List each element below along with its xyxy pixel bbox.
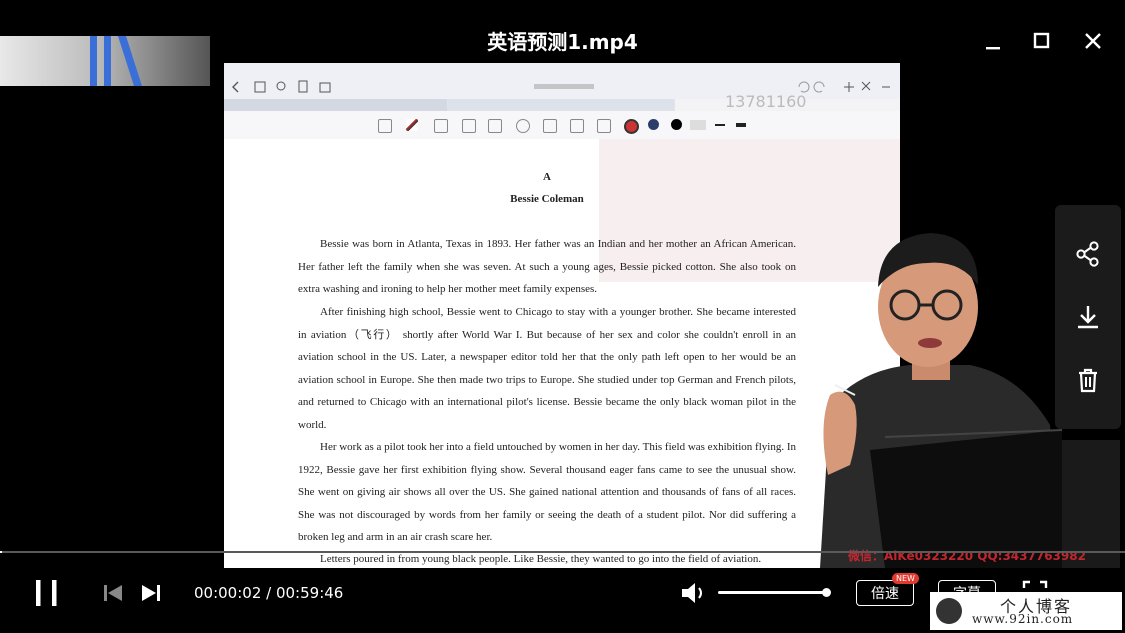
- document-heading: Bessie Coleman: [510, 193, 584, 205]
- paragraph: After finishing high school, Bessie went…: [298, 306, 796, 431]
- trash-icon: [1079, 368, 1097, 393]
- download-icon: [1078, 306, 1098, 329]
- new-badge: NEW: [892, 573, 919, 584]
- volume-knob[interactable]: [822, 588, 831, 597]
- minimize-icon: [986, 47, 1000, 50]
- paragraph: Her work as a pilot took her into a fiel…: [298, 441, 796, 543]
- share-button[interactable]: [1071, 237, 1105, 271]
- time-display: 00:00:02 / 00:59:46: [194, 584, 343, 602]
- blog-url: www.92in.com: [972, 612, 1074, 626]
- maximize-button[interactable]: [1029, 28, 1055, 54]
- progress-bar[interactable]: [0, 551, 1125, 553]
- contact-watermark: 微信：AiKe0323220 QQ:3437763982: [848, 549, 1086, 563]
- play-pause-button[interactable]: [30, 578, 64, 608]
- avatar: [936, 598, 962, 624]
- next-button[interactable]: [140, 583, 162, 603]
- current-time: 00:00:02: [194, 584, 262, 602]
- previous-button[interactable]: [102, 583, 124, 603]
- close-button[interactable]: [1080, 28, 1106, 54]
- volume-slider[interactable]: [718, 591, 826, 594]
- volume-button[interactable]: [680, 581, 708, 605]
- ipad-toolbar: [224, 111, 900, 140]
- close-icon: [1085, 33, 1101, 49]
- side-action-panel: [1055, 205, 1121, 429]
- blog-watermark: 个人博客 www.92in.com: [930, 592, 1122, 630]
- video-frame[interactable]: A Bessie Coleman Bessie was born in Atla…: [224, 63, 900, 568]
- delete-button[interactable]: [1071, 363, 1105, 397]
- maximize-icon: [1033, 32, 1050, 49]
- volume-icon: [682, 583, 702, 603]
- paragraph: Bessie was born in Atlanta, Texas in 189…: [298, 238, 796, 295]
- download-button[interactable]: [1071, 300, 1105, 334]
- skip-next-icon: [142, 585, 160, 601]
- overlay-number: 13781160: [725, 92, 807, 111]
- skip-previous-icon: [104, 585, 122, 601]
- document-page: A Bessie Coleman Bessie was born in Atla…: [224, 139, 900, 568]
- ipad-status-bar: [224, 63, 900, 75]
- time-separator: /: [261, 584, 276, 602]
- minimize-button[interactable]: [980, 28, 1006, 54]
- total-time: 00:59:46: [275, 584, 344, 602]
- window-title: 英语预测1.mp4: [487, 30, 638, 54]
- section-letter: A: [543, 171, 551, 183]
- share-icon: [1076, 241, 1099, 267]
- pause-icon: [36, 580, 57, 606]
- progress-fill: [0, 551, 2, 553]
